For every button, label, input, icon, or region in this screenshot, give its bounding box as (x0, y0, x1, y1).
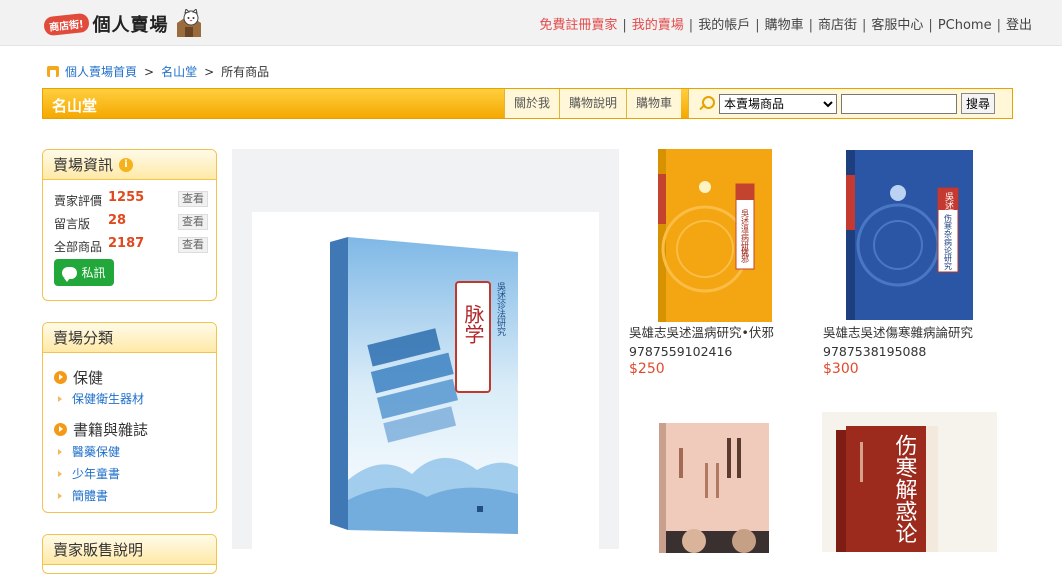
bullet-icon (58, 492, 62, 499)
bullet-icon (58, 395, 62, 402)
chat-icon (62, 266, 78, 282)
featured-product-panel: 脉学 吳述诊法研究 (232, 149, 619, 552)
top-nav: 免費註冊賣家 | 我的賣場 | 我的帳戶 | 購物車 | 商店街 | 客服中心 | PChome | 登出 (539, 18, 1032, 33)
private-message-button[interactable]: 私訊 (54, 259, 114, 286)
featured-book-cover-image[interactable]: 脉学 吳述诊法研究 (252, 212, 599, 552)
product-image-red-book[interactable]: 伤寒解惑论 (822, 412, 997, 552)
bullet-icon (58, 470, 62, 477)
info-value: 28 (108, 213, 127, 228)
search-button[interactable]: 搜尋 (961, 93, 996, 114)
store-info-title: 賣場資訊 (53, 155, 114, 174)
search-scope-select[interactable]: 本賣場商品 (719, 93, 837, 114)
product-price: $300 (823, 361, 859, 377)
tab-cart[interactable]: 購物車 (626, 89, 682, 118)
breadcrumb-home-link[interactable]: 個人賣場首頁 (65, 63, 137, 80)
category-health[interactable]: 保健 (54, 367, 103, 388)
search-input[interactable] (841, 93, 957, 114)
top-bar: 商店街! 個人賣場 免費註冊賣家 | 我的賣場 | 我的帳戶 | 購物車 | 商店街 | 客服中心 |… (0, 0, 1062, 46)
breadcrumb-separator: > (204, 64, 215, 79)
subcategory-label: 醫藥保健 (72, 445, 121, 459)
category-books[interactable]: 書籍與雜誌 (54, 419, 148, 440)
tab-shopping-guide[interactable]: 購物說明 (559, 89, 627, 118)
info-value: 2187 (108, 236, 145, 251)
info-value: 1255 (108, 190, 145, 205)
red-book-cover: 伤寒解惑论 (836, 426, 938, 552)
info-label: 賣家評價 (54, 194, 103, 208)
all-products-row: 全部商品 2187 查看 (54, 236, 208, 254)
product-price: $250 (629, 361, 665, 377)
info-label: 留言版 (54, 217, 91, 231)
store-name[interactable]: 名山堂 (52, 95, 97, 116)
view-messages-button[interactable]: 查看 (178, 214, 208, 230)
product-title-warm-disease[interactable]: 吳雄志吳述溫病研究•伏邪9787559102416 (629, 323, 804, 361)
store-category-box: 賣場分類 保健 保健衛生器材 書籍與雜誌 醫藥保健 少年童書 簡體書 (42, 322, 217, 513)
subcategory-label: 少年童書 (72, 467, 121, 481)
featured-product-card[interactable]: 脉学 吳述诊法研究 (252, 212, 599, 552)
store-info-box: 賣場資訊 i 賣家評價 1255 查看 留言版 28 查看 全部商品 2187 … (42, 149, 217, 301)
info-label: 全部商品 (54, 240, 103, 254)
subcategory-simplified-books[interactable]: 簡體書 (58, 487, 108, 504)
message-board-row: 留言版 28 查看 (54, 213, 208, 231)
pchome-link[interactable]: PChome (938, 18, 992, 33)
mall-link[interactable]: 商店街 (818, 18, 857, 33)
register-seller-link[interactable]: 免費註冊賣家 (539, 18, 617, 33)
store-tabs: 關於我 購物說明 購物車 (504, 89, 682, 118)
seller-notes-title: 賣家販售說明 (53, 540, 144, 559)
store-bar: 名山堂 關於我 購物說明 購物車 本賣場商品 搜尋 (42, 88, 1013, 119)
breadcrumb-separator: > (144, 64, 155, 79)
category-header: 賣場分類 (43, 323, 216, 353)
site-logo[interactable]: 商店街! 個人賣場 (43, 9, 205, 39)
view-rating-button[interactable]: 查看 (178, 191, 208, 207)
logout-link[interactable]: 登出 (1006, 18, 1032, 33)
seller-notes-box: 賣家販售說明 (42, 534, 217, 574)
logo-badge: 商店街! (43, 12, 90, 36)
book-cover-title: 伤寒解惑论 (892, 434, 918, 544)
product-image-warm-disease[interactable]: 吳述溫病研究 伏邪 (658, 149, 772, 322)
featured-book-title: 脉学 (461, 304, 485, 344)
store-search: 本賣場商品 搜尋 (688, 89, 1012, 118)
book-cover-subtitle: 伤寒杂病论研究 (944, 213, 953, 271)
tab-about[interactable]: 關於我 (504, 89, 560, 118)
category-label: 保健 (73, 369, 104, 387)
book-cover-series: 吳述 (943, 192, 954, 210)
my-store-link[interactable]: 我的賣場 (632, 18, 684, 33)
subcategory-label: 保健衛生器材 (72, 392, 145, 406)
subcategory-children-books[interactable]: 少年童書 (58, 465, 120, 482)
book-cover-subtitle: 伏邪 (741, 246, 750, 264)
product-image-cold-damage[interactable]: 吳述 伤寒杂病论研究 (846, 150, 973, 320)
store-info-header: 賣場資訊 i (43, 150, 216, 180)
breadcrumb: 個人賣場首頁 > 名山堂 > 所有商品 (47, 63, 269, 80)
private-message-label: 私訊 (81, 266, 106, 280)
logo-text: 個人賣場 (92, 15, 169, 36)
cart-link[interactable]: 購物車 (765, 18, 804, 33)
arrow-circle-icon (54, 371, 67, 384)
category-title: 賣場分類 (53, 328, 114, 347)
subcategory-medical[interactable]: 醫藥保健 (58, 443, 120, 460)
cat-mascot-icon (176, 9, 201, 37)
category-label: 書籍與雜誌 (73, 421, 149, 439)
my-account-link[interactable]: 我的帳戶 (698, 18, 750, 33)
subcategory-health-equipment[interactable]: 保健衛生器材 (58, 390, 144, 407)
product-title-cold-damage[interactable]: 吳雄志吳述傷寒雜病論研究9787538195088 (823, 323, 998, 361)
service-center-link[interactable]: 客服中心 (871, 18, 923, 33)
arrow-circle-icon (54, 423, 67, 436)
product-image-pink-book[interactable] (659, 423, 769, 553)
subcategory-label: 簡體書 (72, 489, 109, 503)
seller-notes-header: 賣家販售說明 (43, 535, 216, 565)
breadcrumb-current: 所有商品 (221, 65, 270, 79)
view-products-button[interactable]: 查看 (178, 237, 208, 253)
bullet-icon (58, 448, 62, 455)
store-home-icon (47, 66, 59, 77)
seller-rating-row: 賣家評價 1255 查看 (54, 190, 208, 208)
featured-book-series: 吳述诊法研究 (495, 282, 506, 337)
search-icon (697, 95, 715, 113)
info-icon[interactable]: i (119, 157, 134, 172)
breadcrumb-store-link[interactable]: 名山堂 (161, 63, 197, 80)
